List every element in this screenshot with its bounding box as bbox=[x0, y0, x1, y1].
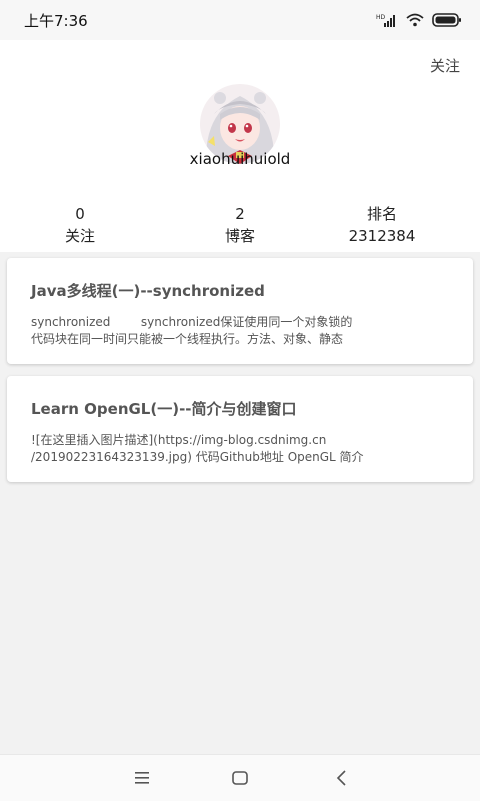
status-icons: HD bbox=[376, 13, 462, 27]
stat-value: 2 bbox=[235, 205, 245, 223]
post-title: Java多线程(一)--synchronized bbox=[31, 282, 265, 300]
menu-icon[interactable] bbox=[132, 769, 152, 787]
stat-value: 2312384 bbox=[348, 227, 416, 245]
battery-icon bbox=[432, 13, 461, 27]
post-excerpt: synchronized synchronized保证使用同一个对象锁的 代码块… bbox=[31, 315, 353, 346]
profile-stats: 0 关注 2 博客 排名 2312384 bbox=[0, 205, 480, 250]
home-icon[interactable] bbox=[230, 769, 250, 787]
status-bar: 上午7:36 HD bbox=[0, 0, 480, 40]
stat-rank[interactable]: 排名 2312384 bbox=[322, 205, 442, 247]
hd-signal-icon: HD bbox=[376, 14, 395, 27]
back-icon[interactable] bbox=[332, 769, 352, 787]
stat-label: 博客 bbox=[224, 227, 255, 245]
stat-following[interactable]: 0 关注 bbox=[20, 205, 140, 247]
profile-header: 关注 xiaohuihuiold 0 关注 2 博客 排名 2312384 bbox=[0, 40, 480, 252]
post-title: Learn OpenGL(一)--简介与创建窗口 bbox=[31, 400, 297, 418]
follow-button[interactable]: 关注 bbox=[430, 55, 460, 76]
stat-label: 关注 bbox=[64, 227, 95, 245]
post-excerpt: ![在这里插入图片描述](https://img-blog.csdnimg.cn… bbox=[31, 433, 364, 464]
stat-label: 排名 bbox=[366, 205, 397, 223]
post-card[interactable]: Learn OpenGL(一)--简介与创建窗口 ![在这里插入图片描述](ht… bbox=[7, 376, 473, 482]
post-card[interactable]: Java多线程(一)--synchronized synchronized sy… bbox=[7, 258, 473, 364]
stat-blogs[interactable]: 2 博客 bbox=[180, 205, 300, 247]
stat-value: 0 bbox=[75, 205, 85, 223]
username: xiaohuihuiold bbox=[189, 150, 291, 168]
svg-text:HD: HD bbox=[376, 14, 386, 21]
status-time: 上午7:36 bbox=[24, 11, 88, 30]
system-navigation-bar bbox=[0, 754, 480, 801]
wifi-icon bbox=[406, 13, 424, 27]
